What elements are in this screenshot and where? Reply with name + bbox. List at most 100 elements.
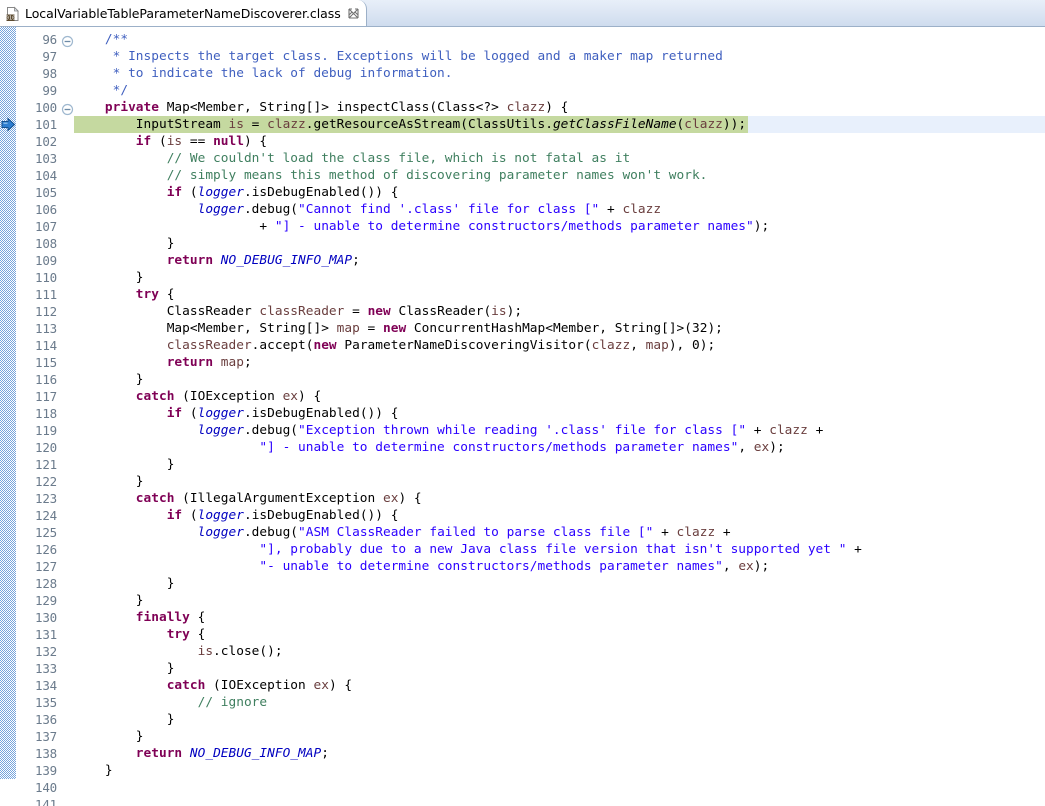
code-line[interactable]: classReader.accept(new ParameterNameDisc… bbox=[74, 337, 1045, 354]
fold-collapse-icon[interactable] bbox=[61, 101, 74, 116]
source-editor[interactable]: 96 97 98 99 100 101 102 103 104 105 106 107 108 109 11… bbox=[0, 27, 1045, 806]
token-plain: , bbox=[722, 559, 739, 574]
token-lvar: clazz bbox=[676, 525, 716, 540]
token-plain: } bbox=[166, 457, 175, 472]
token-lvar: is bbox=[491, 304, 507, 319]
code-line[interactable]: "] - unable to determine constructors/me… bbox=[74, 439, 1045, 456]
code-line[interactable]: return NO_DEBUG_INFO_MAP; bbox=[74, 745, 1045, 762]
code-line[interactable]: logger.debug("Exception thrown while rea… bbox=[74, 422, 1045, 439]
code-line[interactable]: } bbox=[74, 762, 1045, 779]
code-line[interactable]: } bbox=[74, 235, 1045, 252]
code-line[interactable]: "], probably due to a new Java class fil… bbox=[74, 541, 1045, 558]
token-plain: } bbox=[135, 593, 144, 608]
token-plain: .isDebugEnabled()) { bbox=[243, 185, 399, 200]
code-line[interactable]: try { bbox=[74, 286, 1045, 303]
code-line[interactable]: } bbox=[74, 473, 1045, 490]
code-line[interactable]: if (logger.isDebugEnabled()) { bbox=[74, 507, 1045, 524]
token-kw: catch bbox=[135, 389, 175, 404]
code-line[interactable]: return map; bbox=[74, 354, 1045, 371]
code-line[interactable]: * to indicate the lack of debug informat… bbox=[74, 65, 1045, 82]
code-line-text: catch (IOException ex) { bbox=[74, 389, 321, 404]
editor-tab-bar: 010 LocalVariableTableParameterNameDisco… bbox=[0, 0, 1045, 27]
code-line-text: if (logger.isDebugEnabled()) { bbox=[74, 185, 399, 200]
code-line[interactable]: } bbox=[74, 728, 1045, 745]
code-line[interactable]: + "] - unable to determine constructors/… bbox=[74, 218, 1045, 235]
token-plain: )); bbox=[722, 117, 747, 132]
code-line[interactable]: "- unable to determine constructors/meth… bbox=[74, 558, 1045, 575]
token-plain: ); bbox=[753, 559, 770, 574]
code-line-text: return NO_DEBUG_INFO_MAP; bbox=[74, 746, 329, 761]
code-line[interactable]: } bbox=[74, 660, 1045, 677]
token-kw: new bbox=[313, 338, 337, 353]
code-line[interactable]: Map<Member, String[]> map = new Concurre… bbox=[74, 320, 1045, 337]
code-line[interactable]: private Map<Member, String[]> inspectCla… bbox=[74, 99, 1045, 116]
code-line-text: } bbox=[74, 236, 175, 251]
token-plain: Map<Member, String[]> bbox=[166, 321, 337, 336]
annotation-ruler[interactable] bbox=[0, 27, 16, 779]
code-line-text: } bbox=[74, 763, 113, 778]
code-line[interactable]: /** bbox=[74, 31, 1045, 48]
token-kw: new bbox=[367, 304, 391, 319]
code-line[interactable]: } bbox=[74, 371, 1045, 388]
token-plain: .close(); bbox=[213, 644, 283, 659]
code-line[interactable]: try { bbox=[74, 626, 1045, 643]
token-plain: ) { bbox=[243, 134, 268, 149]
code-line[interactable]: if (logger.isDebugEnabled()) { bbox=[74, 184, 1045, 201]
token-plain: Class<?> bbox=[437, 100, 507, 115]
code-line[interactable]: // ignore bbox=[74, 694, 1045, 711]
code-line[interactable]: ClassReader classReader = new ClassReade… bbox=[74, 303, 1045, 320]
code-line[interactable]: catch (IOException ex) { bbox=[74, 388, 1045, 405]
code-line[interactable]: } bbox=[74, 711, 1045, 728]
token-plain: } bbox=[166, 236, 175, 251]
fold-collapse-icon[interactable] bbox=[61, 33, 74, 48]
token-lvar: ex bbox=[738, 559, 754, 574]
code-line[interactable]: if (logger.isDebugEnabled()) { bbox=[74, 405, 1045, 422]
token-fld: logger bbox=[197, 406, 244, 421]
code-line-text: logger.debug("Exception thrown while rea… bbox=[74, 423, 824, 438]
token-kw: return bbox=[166, 355, 214, 370]
code-line[interactable]: catch (IllegalArgumentException ex) { bbox=[74, 490, 1045, 507]
code-line[interactable]: */ bbox=[74, 82, 1045, 99]
code-line[interactable]: } bbox=[74, 575, 1045, 592]
token-plain: ) { bbox=[298, 389, 322, 404]
code-line[interactable]: logger.debug("ASM ClassReader failed to … bbox=[74, 524, 1045, 541]
code-line-text: InputStream is = clazz.getResourceAsStre… bbox=[74, 117, 746, 132]
code-line[interactable]: is.close(); bbox=[74, 643, 1045, 660]
token-plain: .isDebugEnabled()) { bbox=[243, 406, 399, 421]
code-line[interactable]: catch (IOException ex) { bbox=[74, 677, 1045, 694]
code-line[interactable]: } bbox=[74, 456, 1045, 473]
line-number: 98 bbox=[42, 66, 57, 81]
tab-local-variable-table-parameter-name-discoverer[interactable]: 010 LocalVariableTableParameterNameDisco… bbox=[0, 0, 367, 26]
line-number: 125 bbox=[35, 525, 57, 540]
token-plain: .accept( bbox=[251, 338, 314, 353]
code-line[interactable]: } bbox=[74, 269, 1045, 286]
line-number: 108 bbox=[35, 236, 57, 251]
code-line[interactable] bbox=[74, 796, 1045, 806]
code-line[interactable]: finally { bbox=[74, 609, 1045, 626]
close-icon[interactable] bbox=[347, 7, 360, 20]
tab-label: LocalVariableTableParameterNameDiscovere… bbox=[25, 6, 341, 21]
code-line[interactable]: // We couldn't load the class file, whic… bbox=[74, 150, 1045, 167]
code-line[interactable]: logger.debug("Cannot find '.class' file … bbox=[74, 201, 1045, 218]
token-lvar: clazz bbox=[769, 423, 808, 438]
code-line[interactable]: return NO_DEBUG_INFO_MAP; bbox=[74, 252, 1045, 269]
code-text-area[interactable]: /** * Inspects the target class. Excepti… bbox=[74, 27, 1045, 806]
code-line[interactable]: // simply means this method of discoveri… bbox=[74, 167, 1045, 184]
token-plain: = bbox=[344, 304, 368, 319]
line-number: 122 bbox=[35, 474, 57, 489]
code-line[interactable]: } bbox=[74, 592, 1045, 609]
code-line[interactable]: if (is == null) { bbox=[74, 133, 1045, 150]
code-line-text: return NO_DEBUG_INFO_MAP; bbox=[74, 253, 360, 268]
token-fld: logger bbox=[197, 202, 244, 217]
code-line[interactable]: * Inspects the target class. Exceptions … bbox=[74, 48, 1045, 65]
token-plain: ); bbox=[506, 304, 523, 319]
code-line[interactable] bbox=[74, 779, 1045, 796]
token-plain: + bbox=[846, 542, 862, 557]
token-plain: ( bbox=[182, 508, 198, 523]
token-plain: .debug( bbox=[243, 525, 299, 540]
token-lvar: clazz bbox=[622, 202, 662, 217]
token-lvar: is bbox=[197, 644, 214, 659]
line-number: 105 bbox=[35, 185, 57, 200]
line-number: 118 bbox=[35, 406, 57, 421]
